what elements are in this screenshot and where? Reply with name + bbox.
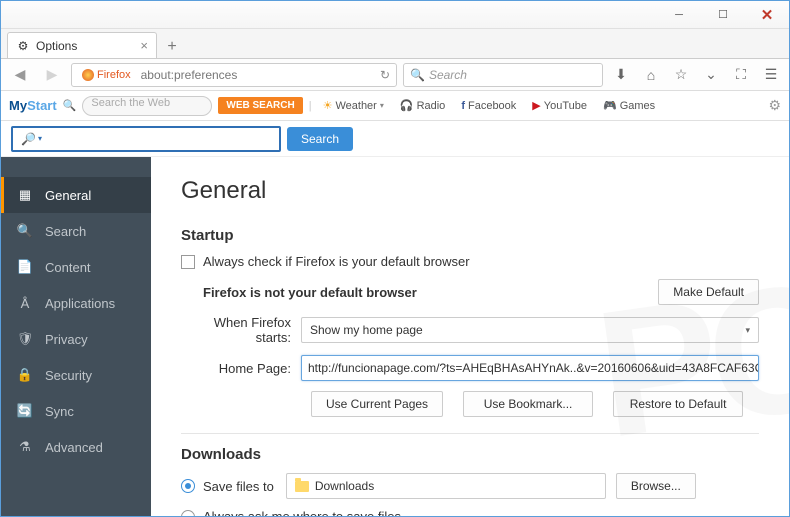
- games-icon: 🎮: [603, 99, 617, 112]
- sidebar-item-advanced[interactable]: ⚗Advanced: [1, 429, 151, 465]
- secondary-search-row: 🔎▾ Search: [1, 121, 789, 157]
- fullscreen-icon[interactable]: ⛶: [729, 63, 753, 87]
- toolbar-settings-icon[interactable]: ⚙: [768, 97, 781, 114]
- save-files-to-label: Save files to: [203, 479, 274, 494]
- minimize-button[interactable]: ─: [657, 3, 701, 27]
- identity-badge: Firefox: [78, 68, 135, 82]
- back-button[interactable]: ◀: [7, 63, 33, 87]
- maximize-button[interactable]: ☐: [701, 3, 745, 27]
- advanced-icon: ⚗: [17, 439, 33, 455]
- search-icon: 🔍: [17, 223, 33, 239]
- search-button[interactable]: Search: [287, 127, 353, 151]
- downloads-icon[interactable]: ⬇: [609, 63, 633, 87]
- youtube-icon: ▶: [532, 99, 540, 112]
- url-bar[interactable]: Firefox about:preferences ↻: [71, 63, 397, 87]
- firefox-icon: [82, 69, 94, 81]
- forward-button[interactable]: ▶: [39, 63, 65, 87]
- not-default-text: Firefox is not your default browser: [203, 285, 417, 300]
- new-tab-button[interactable]: +: [159, 36, 185, 58]
- mystart-search-input[interactable]: Search the Web: [82, 96, 212, 116]
- search-icon: 🔎: [21, 132, 36, 146]
- search-icon: 🔍: [410, 68, 425, 82]
- divider: [181, 433, 759, 434]
- always-check-checkbox[interactable]: [181, 255, 195, 269]
- tab-strip: ⚙ Options × +: [1, 29, 789, 59]
- sidebar-item-general[interactable]: ▦General: [1, 177, 151, 213]
- tab-options[interactable]: ⚙ Options ×: [7, 32, 157, 58]
- always-check-label: Always check if Firefox is your default …: [203, 254, 470, 269]
- window-titlebar: ─ ☐ ✕: [1, 1, 789, 29]
- chevron-down-icon: ▾: [38, 134, 42, 143]
- toolbar-item-radio[interactable]: 🎧Radio: [395, 99, 450, 112]
- always-ask-label: Always ask me where to save files: [203, 509, 401, 516]
- applications-icon: Å: [17, 296, 33, 311]
- tab-label: Options: [36, 39, 77, 53]
- menu-icon[interactable]: ☰: [759, 63, 783, 87]
- navigation-toolbar: ◀ ▶ Firefox about:preferences ↻ 🔍 Search…: [1, 59, 789, 91]
- sync-icon: 🔄: [17, 403, 33, 419]
- home-page-label: Home Page:: [181, 361, 301, 376]
- when-starts-dropdown[interactable]: Show my home page ▾: [301, 317, 759, 343]
- save-files-to-radio[interactable]: [181, 479, 195, 493]
- sidebar-item-applications[interactable]: ÅApplications: [1, 285, 151, 321]
- gear-icon: ⚙: [16, 39, 30, 53]
- close-button[interactable]: ✕: [745, 3, 789, 27]
- bookmarks-icon[interactable]: ☆: [669, 63, 693, 87]
- folder-icon: [295, 481, 309, 492]
- toolbar-item-facebook[interactable]: fFacebook: [456, 100, 521, 112]
- toolbar-item-weather[interactable]: ☀Weather▾: [318, 99, 389, 112]
- chevron-down-icon: ▾: [745, 325, 750, 336]
- sidebar-item-sync[interactable]: 🔄Sync: [1, 393, 151, 429]
- download-folder-field[interactable]: Downloads: [286, 473, 606, 499]
- lock-icon: 🔒: [17, 367, 33, 383]
- sidebar-item-search[interactable]: 🔍Search: [1, 213, 151, 249]
- when-starts-label: When Firefox starts:: [181, 315, 301, 345]
- use-current-pages-button[interactable]: Use Current Pages: [311, 391, 443, 417]
- toolbar-item-games[interactable]: 🎮Games: [598, 99, 660, 112]
- section-downloads-title: Downloads: [181, 446, 759, 463]
- section-startup-title: Startup: [181, 227, 759, 244]
- restore-default-button[interactable]: Restore to Default: [613, 391, 743, 417]
- home-icon[interactable]: ⌂: [639, 63, 663, 87]
- tab-close-icon[interactable]: ×: [140, 38, 148, 53]
- always-check-row: Always check if Firefox is your default …: [181, 254, 759, 269]
- home-page-input[interactable]: http://funcionapage.com/?ts=AHEqBHAsAHYn…: [301, 355, 759, 381]
- toolbar-item-youtube[interactable]: ▶YouTube: [527, 99, 592, 112]
- facebook-icon: f: [461, 100, 465, 112]
- headphones-icon: 🎧: [400, 99, 414, 112]
- default-browser-row: Firefox is not your default browser Make…: [181, 279, 759, 305]
- browse-button[interactable]: Browse...: [616, 473, 696, 499]
- sidebar-item-content[interactable]: 📄Content: [1, 249, 151, 285]
- secondary-search-input[interactable]: 🔎▾: [11, 126, 281, 152]
- sidebar-item-privacy[interactable]: 🛡Privacy: [1, 321, 151, 357]
- make-default-button[interactable]: Make Default: [658, 279, 759, 305]
- web-search-button[interactable]: WEB SEARCH: [218, 97, 302, 114]
- preferences-content: PC General Startup Always check if Firef…: [151, 157, 789, 516]
- use-bookmark-button[interactable]: Use Bookmark...: [463, 391, 593, 417]
- pocket-icon[interactable]: ⌄: [699, 63, 723, 87]
- sun-icon: ☀: [323, 99, 333, 112]
- reload-icon[interactable]: ↻: [380, 68, 390, 82]
- url-text: about:preferences: [141, 68, 238, 82]
- preferences-sidebar: ▦General 🔍Search 📄Content ÅApplications …: [1, 157, 151, 516]
- mystart-toolbar: MyStart 🔍 Search the Web WEB SEARCH | ☀W…: [1, 91, 789, 121]
- search-box[interactable]: 🔍 Search: [403, 63, 603, 87]
- general-icon: ▦: [17, 187, 33, 203]
- mystart-search-icon: 🔍: [63, 99, 77, 112]
- content-icon: 📄: [17, 259, 33, 275]
- sidebar-item-security[interactable]: 🔒Security: [1, 357, 151, 393]
- search-placeholder: Search: [429, 68, 467, 82]
- privacy-icon: 🛡: [17, 331, 33, 347]
- always-ask-radio[interactable]: [181, 510, 195, 517]
- mystart-logo: MyStart: [9, 98, 57, 113]
- page-title: General: [181, 177, 759, 205]
